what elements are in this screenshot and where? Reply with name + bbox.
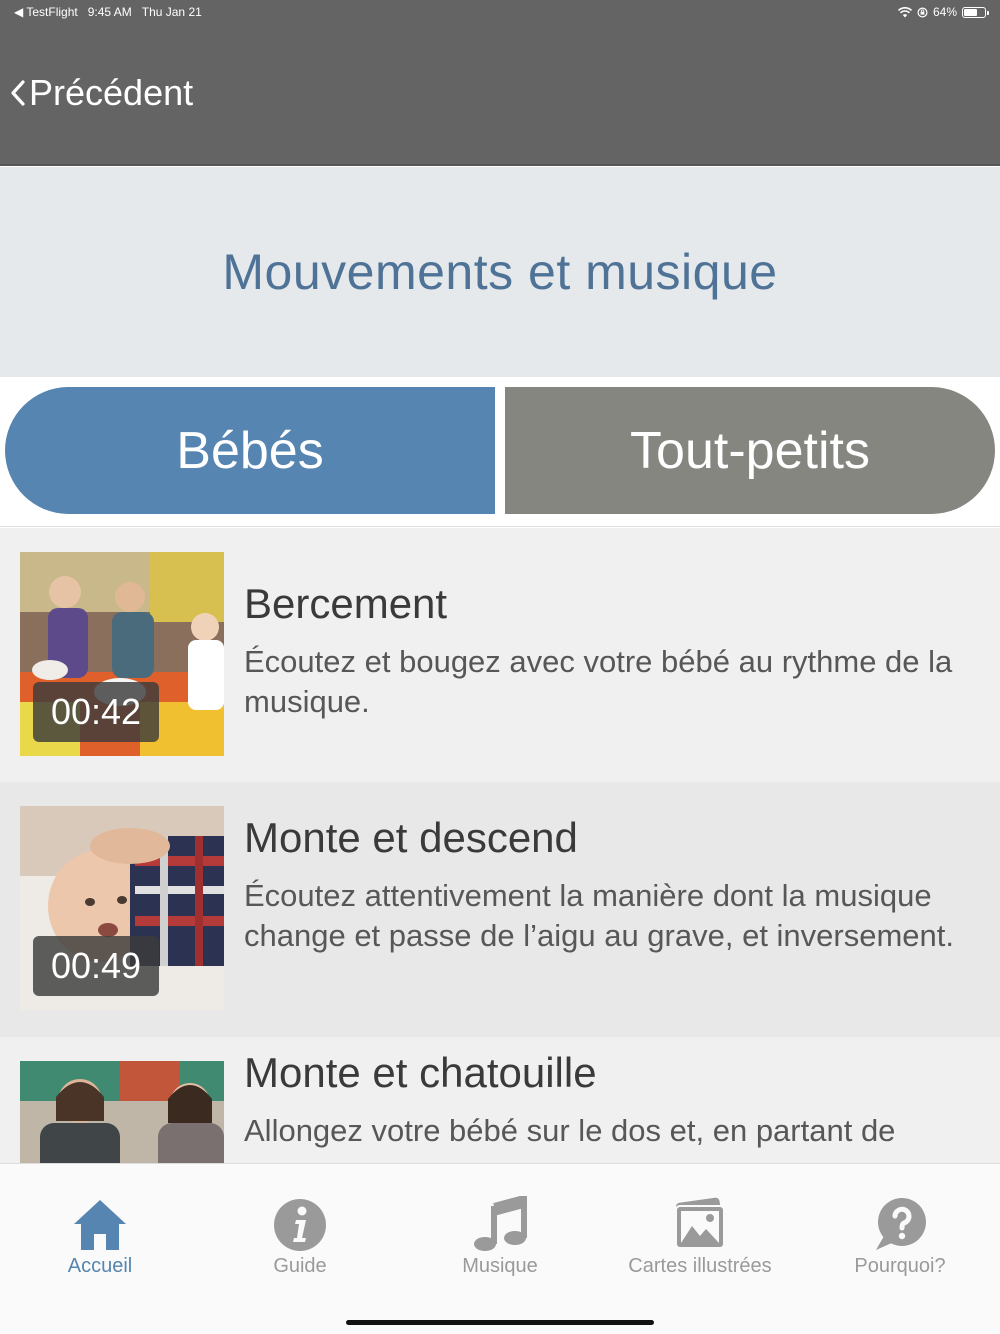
wifi-icon [897,6,912,17]
video-duration: 00:49 [33,936,159,996]
battery-icon [962,6,989,18]
tab-picture-cards[interactable]: Cartes illustrées [600,1194,800,1284]
picture-cards-icon [675,1197,725,1249]
video-title: Monte et chatouille [244,1049,597,1096]
video-duration: 00:42 [33,682,159,742]
list-item[interactable]: Monte et chatouille Allongez votre bébé … [0,1037,1000,1163]
title-banner: Mouvements et musique [0,167,1000,377]
tab-label: Accueil [67,1255,133,1277]
status-bar-right: 64% [897,5,989,19]
tab-label: Guide [273,1255,327,1277]
status-date: Thu Jan 21 [141,5,202,19]
tab-label: Pourquoi? [854,1255,946,1277]
question-bubble-icon [876,1198,926,1250]
video-description: Écoutez attentivement la manière dont la… [244,878,955,953]
video-list[interactable]: 00:42 Bercement Écoutez et bougez avec v… [0,528,1000,1163]
tab-guide[interactable]: Guide [200,1194,400,1284]
list-item[interactable]: 00:42 Bercement Écoutez et bougez avec v… [0,528,1000,782]
tab-home[interactable]: Accueil [0,1194,200,1284]
video-thumbnail[interactable]: 00:42 [20,552,224,756]
back-button[interactable]: Précédent [10,72,193,114]
tab-label: Musique [462,1255,538,1277]
status-bar: ◀ TestFlight 9:45 AM Thu Jan 21 64% [0,0,1000,24]
battery-percent: 64% [932,5,957,19]
tab-why[interactable]: Pourquoi? [800,1194,1000,1284]
video-thumbnail[interactable] [20,1061,224,1163]
list-item[interactable]: 00:49 Monte et descend Écoutez attentive… [0,782,1000,1037]
orientation-lock-icon [917,6,928,18]
tab-label: Cartes illustrées [628,1255,772,1277]
tab-music[interactable]: Musique [400,1194,600,1284]
status-bar-left: ◀ TestFlight 9:45 AM Thu Jan 21 [14,5,202,19]
chevron-left-icon [11,80,25,106]
back-button-label: Précédent [29,72,194,113]
back-to-app-link[interactable]: ◀ TestFlight [14,5,78,19]
video-title: Monte et descend [244,814,578,861]
back-app-label: TestFlight [26,5,78,19]
video-thumbnail[interactable]: 00:49 [20,806,224,1010]
battery-fill [964,8,977,16]
segment-toddlers[interactable]: Tout-petits [505,387,995,514]
navigation-bar: Précédent [0,24,1000,166]
segment-babies[interactable]: Bébés [5,387,495,514]
video-title: Bercement [244,580,448,627]
age-group-segmented-control: Bébés Tout-petits [0,377,1000,527]
video-description: Écoutez et bougez avec votre bébé au ryt… [244,644,953,719]
video-thumbnail-image [20,1061,224,1163]
video-description: Allongez votre bébé sur le dos et, en pa… [244,1113,896,1148]
info-icon [274,1199,326,1251]
page-title: Mouvements et musique [222,244,778,300]
status-time: 9:45 AM [87,5,132,19]
home-indicator[interactable] [346,1320,654,1325]
bottom-tab-bar: Accueil Guide Musique Cartes illustrées … [0,1163,1000,1334]
home-icon [74,1200,126,1250]
music-note-icon [474,1196,527,1251]
